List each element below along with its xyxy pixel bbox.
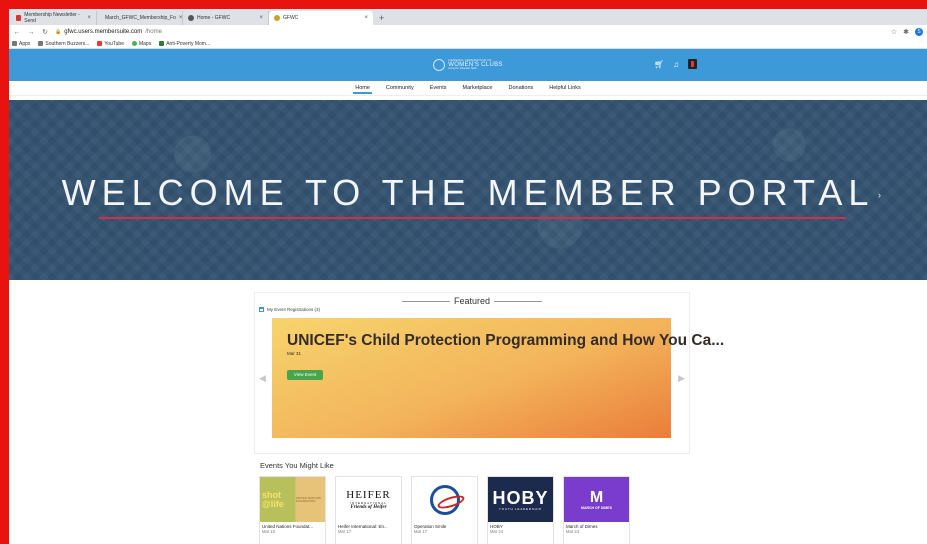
- heifer-logo: HEIFER INTERNATIONAL Friends of Heifer: [336, 477, 401, 522]
- profile-avatar[interactable]: S: [915, 28, 923, 36]
- globe-smile-icon: [429, 484, 460, 515]
- close-tab-icon[interactable]: ×: [364, 15, 368, 21]
- march-of-dimes-logo: M MARCH OF DIMES: [564, 477, 629, 522]
- carousel-prev-icon[interactable]: ◀: [259, 373, 266, 384]
- star-icon[interactable]: ☆: [891, 28, 897, 36]
- nav-community[interactable]: Community: [378, 81, 422, 96]
- featured-panel: Featured My Event Registrations (3) ◀ UN…: [254, 292, 724, 454]
- gfwc-favicon-icon: [274, 15, 280, 21]
- carousel-next-icon[interactable]: ▶: [678, 373, 685, 384]
- gmail-icon: [16, 15, 22, 21]
- gfwc-seal-icon: [433, 59, 446, 71]
- site-nav: Home Community Events Marketplace Donati…: [9, 81, 927, 96]
- events-you-might-like-title: Events You Might Like: [260, 461, 334, 470]
- new-tab-button[interactable]: +: [373, 11, 390, 25]
- globe-icon: [38, 41, 44, 46]
- hero-next-arrow-icon[interactable]: ›: [878, 190, 881, 200]
- featured-event-title: UNICEF's Child Protection Programming an…: [287, 332, 725, 349]
- operation-smile-logo: [412, 477, 477, 522]
- hero-title: WELCOME TO THE MEMBER PORTAL: [61, 172, 875, 213]
- nav-home[interactable]: Home: [347, 81, 378, 96]
- event-card[interactable]: HEIFER INTERNATIONAL Friends of Heifer H…: [335, 476, 402, 544]
- featured-event-card[interactable]: UNICEF's Child Protection Programming an…: [272, 318, 724, 438]
- bell-icon[interactable]: ♫︎: [673, 60, 679, 69]
- bookmark-southern-buzzers[interactable]: Southern Buzzers...: [38, 41, 89, 47]
- event-card[interactable]: HOBY YOUTH LEADERSHIP HOBY Mar 24: [487, 476, 554, 544]
- back-icon[interactable]: ←: [13, 29, 21, 36]
- calendar-icon: [259, 307, 264, 312]
- bookmark-maps[interactable]: Maps: [131, 41, 151, 47]
- view-event-button[interactable]: View Event: [287, 370, 323, 380]
- close-tab-icon[interactable]: ×: [259, 15, 263, 21]
- hero-banner: ‹ WELCOME TO THE MEMBER PORTAL ›: [9, 100, 927, 280]
- cart-icon[interactable]: 🛒︎: [654, 60, 664, 69]
- lock-icon: 🔒: [55, 29, 62, 35]
- event-card[interactable]: Operation Smile Mar 17: [411, 476, 478, 544]
- apps-grid-icon: [12, 41, 17, 46]
- bookmark-youtube[interactable]: YouTube: [97, 41, 124, 47]
- event-card[interactable]: M MARCH OF DIMES March of Dimes Mar 24: [563, 476, 630, 544]
- nav-events[interactable]: Events: [422, 81, 455, 96]
- nav-donations[interactable]: Donations: [501, 81, 542, 96]
- site-header: GENERAL FEDERATION OF WOMEN'S CLUBS Livi…: [9, 49, 927, 81]
- bookmark-anti-poverty[interactable]: Anti-Poverty Mom...: [159, 41, 210, 47]
- tab-home-gfwc[interactable]: Home - GFWC ×: [183, 11, 269, 25]
- bookmark-favicon-icon: [159, 41, 165, 46]
- shot-at-life-logo: shot @life UNITED NATIONS FOUNDATION: [260, 477, 325, 522]
- extensions-icon[interactable]: ✱: [903, 28, 909, 36]
- close-tab-icon[interactable]: ×: [87, 15, 91, 21]
- tab-gfwc[interactable]: GFWC ×: [269, 11, 373, 25]
- hero-underline: [99, 217, 846, 219]
- browser-window: Membership Newsletter - Send × March_GFW…: [9, 9, 927, 544]
- featured-title: Featured: [255, 296, 689, 306]
- my-event-registrations-link[interactable]: My Event Registrations (3): [259, 307, 320, 312]
- globe-icon: [188, 15, 194, 21]
- maps-pin-icon: [131, 41, 137, 46]
- event-card[interactable]: shot @life UNITED NATIONS FOUNDATION Uni…: [259, 476, 326, 544]
- forward-icon[interactable]: →: [27, 29, 35, 36]
- close-tab-icon[interactable]: ×: [179, 15, 183, 21]
- featured-event-date: Mar 31: [287, 351, 302, 356]
- user-avatar[interactable]: [688, 59, 698, 69]
- tab-gmail[interactable]: Membership Newsletter - Send ×: [11, 11, 97, 25]
- hoby-logo: HOBY YOUTH LEADERSHIP: [488, 477, 553, 522]
- reload-icon[interactable]: ↻: [41, 28, 49, 36]
- youtube-icon: [97, 41, 103, 46]
- address-bar: ← → ↻ 🔒 gfwc.users.membersuite.com/home …: [9, 25, 927, 39]
- nav-marketplace[interactable]: Marketplace: [455, 81, 501, 96]
- bookmark-apps[interactable]: Apps: [12, 41, 30, 47]
- url-field[interactable]: 🔒 gfwc.users.membersuite.com/home: [55, 29, 885, 35]
- nav-helpful-links[interactable]: Helpful Links: [541, 81, 589, 96]
- gfwc-logo[interactable]: GENERAL FEDERATION OF WOMEN'S CLUBS Livi…: [433, 59, 502, 71]
- bookmarks-bar: Apps Southern Buzzers... YouTube Maps An…: [9, 39, 927, 49]
- tab-bar: Membership Newsletter - Send × March_GFW…: [9, 9, 927, 25]
- tab-membership-form[interactable]: March_GFWC_Membership_Fo ×: [97, 11, 183, 25]
